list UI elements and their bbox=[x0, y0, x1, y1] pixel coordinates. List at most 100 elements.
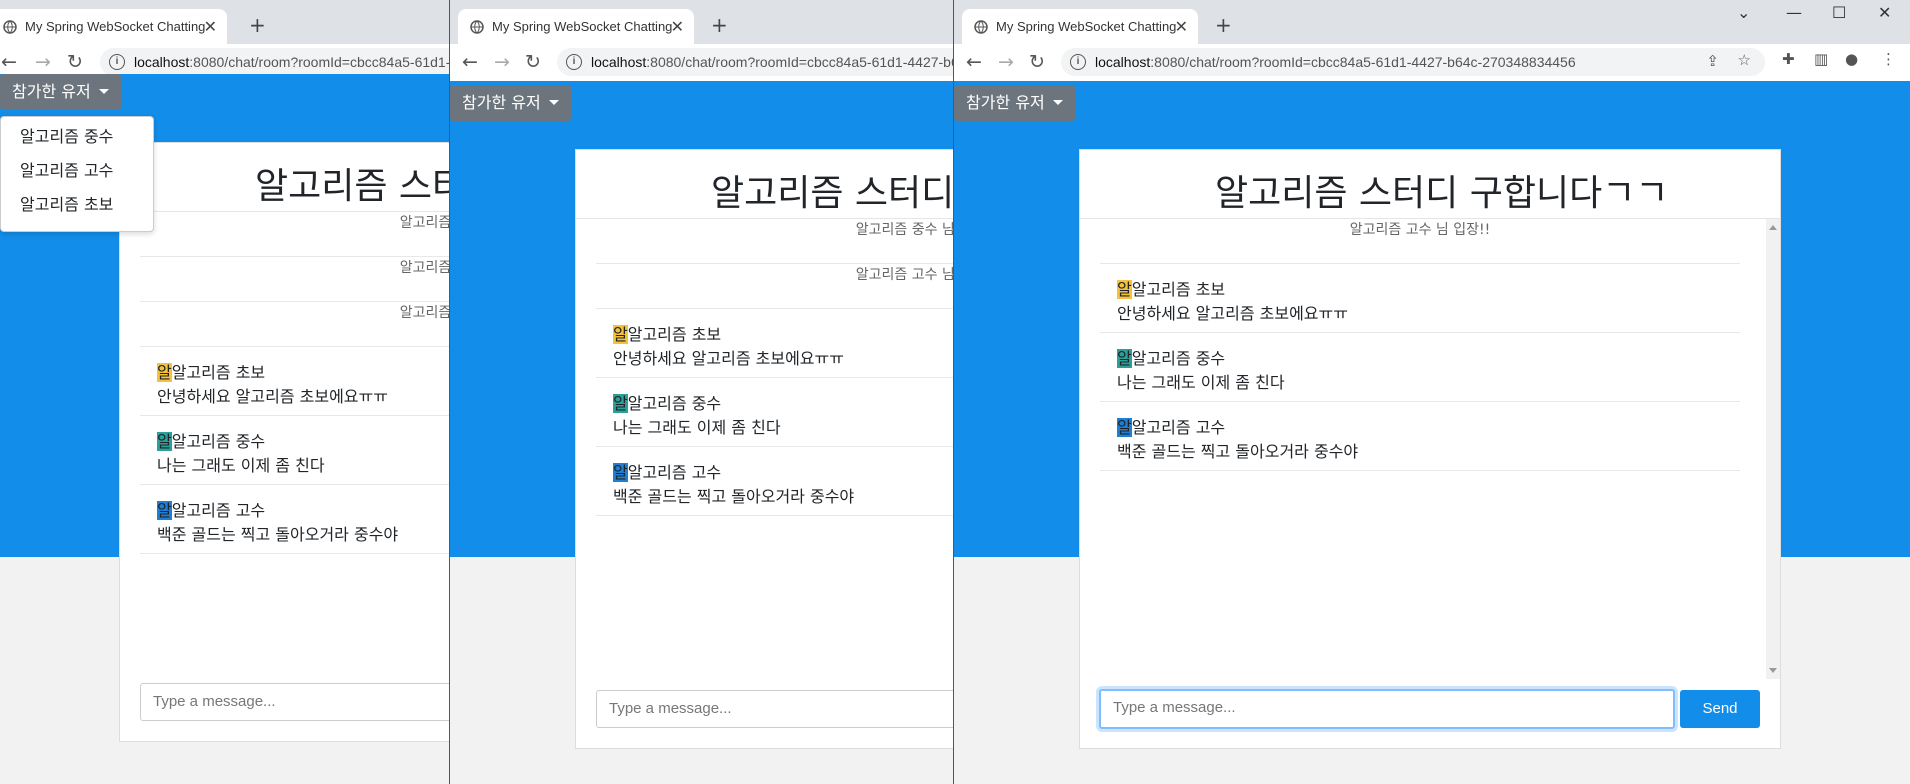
participant-item[interactable]: 알고리즘 초보 bbox=[1, 191, 153, 225]
system-message: 알고리즘 고수 님 입장!! bbox=[596, 264, 954, 309]
sender-name: 알고리즘 초보 bbox=[627, 325, 722, 344]
tab-title: My Spring WebSocket Chatting bbox=[25, 19, 206, 34]
browser-tab[interactable]: My Spring WebSocket Chatting ✕ bbox=[0, 9, 227, 44]
extensions-icon[interactable]: ✚ bbox=[1782, 50, 1795, 68]
avatar: 알 bbox=[1117, 280, 1132, 299]
globe-icon bbox=[974, 20, 988, 34]
message-text: 안녕하세요 알고리즘 초보에요ㅠㅠ bbox=[1117, 304, 1348, 323]
close-icon[interactable]: ✕ bbox=[671, 17, 684, 36]
browser-tab[interactable]: My Spring WebSocket Chatting ✕ bbox=[458, 9, 694, 44]
system-message: 알고리즘 중수 님 입장!! bbox=[596, 219, 954, 264]
new-tab-button[interactable]: + bbox=[1215, 13, 1232, 37]
chat-message: 알알고리즘 중수 나는 그래도 이제 좀 친다 bbox=[1100, 333, 1740, 402]
forward-arrow-icon[interactable]: → bbox=[998, 51, 1014, 73]
chevron-down-icon bbox=[1052, 100, 1063, 105]
chat-message: 알알고리즘 고수 백준 골드는 찍고 돌아오거라 중수야 bbox=[596, 447, 954, 516]
chat-scrollbar[interactable] bbox=[1766, 219, 1780, 679]
sender-name: 알고리즘 고수 bbox=[627, 463, 722, 482]
tab-title: My Spring WebSocket Chatting bbox=[996, 19, 1177, 34]
message-sender: 알알고리즘 초보 bbox=[157, 359, 265, 383]
chat-message: 알알고리즘 고수 백준 골드는 찍고 돌아오거라 중수야 bbox=[1100, 402, 1740, 471]
back-arrow-icon[interactable]: ← bbox=[1, 51, 17, 73]
new-tab-button[interactable]: + bbox=[249, 13, 266, 37]
message-text: 백준 골드는 찍고 돌아오거라 중수야 bbox=[613, 487, 855, 506]
message-text: 나는 그래도 이제 좀 친다 bbox=[613, 418, 781, 437]
address-bar[interactable]: i localhost:8080/chat/room?roomId=cbcc84… bbox=[1061, 48, 1765, 76]
browser-toolbar: ← → ↻ i localhost:8080/chat/room?roomId=… bbox=[954, 44, 1910, 81]
scroll-down-icon[interactable] bbox=[1769, 668, 1777, 673]
sender-name: 알고리즘 초보 bbox=[1131, 280, 1226, 299]
new-tab-button[interactable]: + bbox=[711, 13, 728, 37]
message-input[interactable]: Type a message... bbox=[1099, 689, 1675, 729]
room-title: 알고리즘 스터디 구합니다ㄱㄱ bbox=[711, 173, 954, 214]
reload-icon[interactable]: ↻ bbox=[1029, 51, 1045, 73]
message-sender: 알알고리즘 고수 bbox=[1117, 414, 1225, 438]
scroll-up-icon[interactable] bbox=[1769, 225, 1777, 230]
message-text: 백준 골드는 찍고 돌아오거라 중수야 bbox=[1117, 442, 1359, 461]
maximize-button[interactable]: ☐ bbox=[1832, 3, 1846, 22]
participant-item[interactable]: 알고리즘 중수 bbox=[1, 123, 153, 157]
share-icon[interactable]: ⇪ bbox=[1706, 52, 1719, 70]
tab-strip: My Spring WebSocket Chatting ✕ + bbox=[450, 0, 954, 44]
avatar: 알 bbox=[613, 325, 628, 344]
message-sender: 알알고리즘 중수 bbox=[613, 390, 721, 414]
page-content: 참가한 유저 알고리즘 스터디 구합니다ㄱㄱ 알고리즘 고수 님 입장!! 알알… bbox=[954, 81, 1910, 784]
message-text: 나는 그래도 이제 좀 친다 bbox=[157, 456, 325, 475]
minimize-button[interactable]: — bbox=[1786, 3, 1802, 22]
page-content: 참가한 유저 알고리즘 스터디 구합니다ㄱㄱ 알고리즘 중수 님 입장!! 알고… bbox=[450, 81, 954, 784]
close-icon[interactable]: ✕ bbox=[204, 17, 217, 36]
url-text: localhost:8080/chat/room?roomId=cbcc84a5… bbox=[591, 54, 954, 70]
message-sender: 알알고리즘 중수 bbox=[157, 428, 265, 452]
sender-name: 알고리즘 고수 bbox=[171, 501, 266, 520]
forward-arrow-icon[interactable]: → bbox=[35, 51, 51, 73]
send-button[interactable]: Send bbox=[1680, 690, 1760, 728]
globe-icon bbox=[470, 20, 484, 34]
tab-strip: My Spring WebSocket Chatting ✕ + ⌄ — ☐ ✕ bbox=[954, 0, 1910, 44]
avatar: 알 bbox=[613, 394, 628, 413]
message-input[interactable]: Type a message... bbox=[596, 690, 954, 728]
participant-item[interactable]: 알고리즘 고수 bbox=[1, 157, 153, 191]
sender-name: 알고리즘 중수 bbox=[627, 394, 722, 413]
chat-message: 알알고리즘 초보 안녕하세요 알고리즘 초보에요ㅠㅠ bbox=[596, 309, 954, 378]
forward-arrow-icon[interactable]: → bbox=[494, 51, 510, 73]
message-text: 안녕하세요 알고리즘 초보에요ㅠㅠ bbox=[613, 349, 844, 368]
avatar: 알 bbox=[613, 463, 628, 482]
globe-icon bbox=[3, 20, 17, 34]
back-arrow-icon[interactable]: ← bbox=[462, 51, 478, 73]
back-arrow-icon[interactable]: ← bbox=[966, 51, 982, 73]
profile-avatar-icon[interactable]: ● bbox=[1845, 50, 1858, 68]
close-window-button[interactable]: ✕ bbox=[1878, 3, 1891, 22]
info-icon[interactable]: i bbox=[109, 54, 125, 70]
chevron-down-icon bbox=[98, 89, 109, 94]
chat-card: 알고리즘 스터디 구합니다ㄱㄱ 알고리즘 중수 님 입장!! 알고리즘 고수 님… bbox=[575, 149, 954, 749]
url-host: localhost bbox=[134, 54, 190, 70]
participants-dropdown-button[interactable]: 참가한 유저 bbox=[0, 74, 121, 110]
chat-message: 알알고리즘 초보 안녕하세요 알고리즘 초보에요ㅠㅠ bbox=[1100, 264, 1740, 333]
participants-dropdown-button[interactable]: 참가한 유저 bbox=[450, 85, 571, 121]
reload-icon[interactable]: ↻ bbox=[525, 51, 541, 73]
participants-dropdown-button[interactable]: 참가한 유저 bbox=[954, 85, 1075, 121]
bookmark-star-icon[interactable]: ☆ bbox=[1738, 51, 1751, 69]
info-icon[interactable]: i bbox=[1070, 54, 1086, 70]
participants-label: 참가한 유저 bbox=[462, 93, 541, 112]
participants-label: 참가한 유저 bbox=[966, 93, 1045, 112]
browser-tab[interactable]: My Spring WebSocket Chatting ✕ bbox=[962, 9, 1198, 44]
avatar: 알 bbox=[157, 501, 172, 520]
menu-icon[interactable]: ⋮ bbox=[1881, 50, 1896, 68]
url-path: :8080/chat/room?roomId=cbcc84a5-61d1-442… bbox=[1150, 54, 1576, 70]
side-panel-icon[interactable]: ▥ bbox=[1814, 50, 1828, 68]
avatar: 알 bbox=[157, 363, 172, 382]
close-icon[interactable]: ✕ bbox=[1175, 17, 1188, 36]
message-sender: 알알고리즘 고수 bbox=[157, 497, 265, 521]
url-text: localhost:8080/chat/room?roomId=cbcc84a5… bbox=[1095, 54, 1576, 70]
address-bar[interactable]: i localhost:8080/chat/room?roomId=cbcc84… bbox=[557, 48, 954, 76]
url-host: localhost bbox=[1095, 54, 1151, 70]
browser-toolbar: ← → ↻ i localhost:8080/chat/room?roomId=… bbox=[450, 44, 954, 81]
message-text: 안녕하세요 알고리즘 초보에요ㅠㅠ bbox=[157, 387, 388, 406]
message-text: 나는 그래도 이제 좀 친다 bbox=[1117, 373, 1285, 392]
reload-icon[interactable]: ↻ bbox=[67, 51, 83, 73]
chevron-down-icon bbox=[548, 100, 559, 105]
message-sender: 알알고리즘 고수 bbox=[613, 459, 721, 483]
info-icon[interactable]: i bbox=[566, 54, 582, 70]
tab-search-icon[interactable]: ⌄ bbox=[1737, 3, 1750, 22]
